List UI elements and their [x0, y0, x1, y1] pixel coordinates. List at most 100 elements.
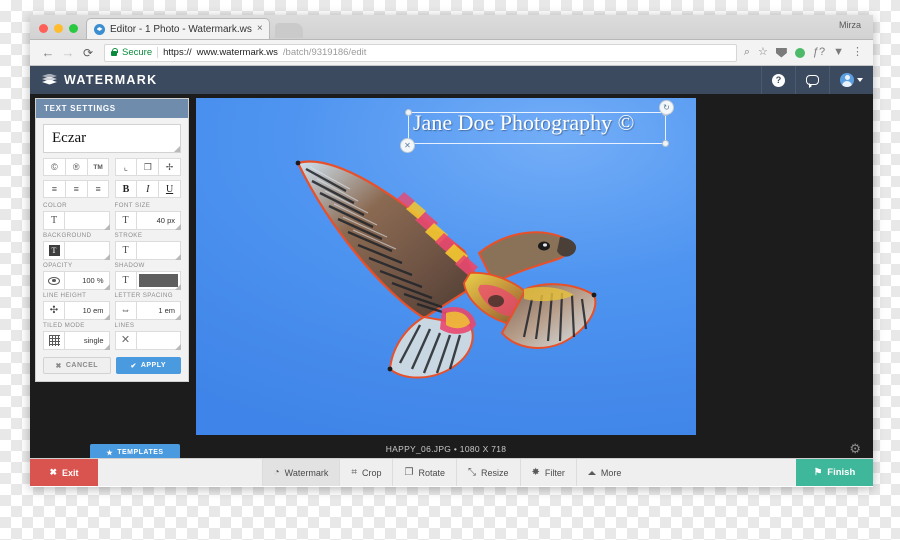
cancel-button[interactable]: ✖ CANCEL	[43, 357, 111, 374]
image-canvas[interactable]: Jane Doe Photography © ↻ ✕	[196, 98, 696, 435]
new-tab-button[interactable]	[274, 23, 303, 38]
chrome-menu-icon[interactable]: ⋮	[852, 47, 863, 58]
status-green-dot-icon[interactable]	[794, 47, 805, 58]
tool-resize[interactable]: ⤡ Resize	[455, 459, 520, 486]
color-fontsize-row: COLOR T FONT SIZE T 40 px	[43, 202, 181, 230]
forward-button[interactable]: →	[58, 46, 78, 59]
cancel-x-icon: ✖	[55, 362, 62, 370]
duplicate-button[interactable]: ❐	[137, 158, 160, 176]
tool-filter[interactable]: ✸ Filter	[519, 459, 576, 486]
tab-close-icon[interactable]: ×	[257, 24, 263, 34]
shadow-field: SHADOW T	[114, 262, 181, 290]
app-logo[interactable]: WATERMARK	[42, 73, 157, 87]
font-size-field-control[interactable]: T 40 px	[114, 211, 181, 230]
symbol-button-group: © ® TM	[43, 158, 110, 176]
align-right-button[interactable]: ≡	[87, 180, 110, 198]
tiled-mode-field-control[interactable]: single	[43, 331, 110, 350]
align-center-button[interactable]: ≡	[65, 180, 88, 198]
move-button[interactable]: ✢	[159, 158, 181, 176]
tool-crop[interactable]: ⌗ Crop	[339, 459, 392, 486]
search-icon[interactable]: ⌕	[744, 47, 750, 58]
color-field-label: COLOR	[43, 202, 68, 209]
tab-title: Editor - 1 Photo - Watermark.ws	[110, 23, 252, 35]
resize-corner-icon	[175, 224, 181, 230]
background-stroke-row: BACKGROUND T STROKE T	[43, 232, 181, 260]
stroke-field-control[interactable]: T	[114, 241, 181, 260]
apply-button-label: APPLY	[140, 362, 167, 369]
profile-name-label[interactable]: Mirza	[839, 20, 861, 30]
tool-filter-label: Filter	[544, 467, 565, 478]
browser-tab[interactable]: Editor - 1 Photo - Watermark.ws ×	[86, 18, 270, 39]
tool-watermark[interactable]: ◔ Watermark	[261, 459, 340, 486]
close-window-button[interactable]	[39, 24, 48, 33]
watermark-text[interactable]: Jane Doe Photography ©	[413, 110, 634, 136]
apply-button[interactable]: ✔ APPLY	[115, 357, 181, 374]
window-controls[interactable]	[30, 24, 86, 39]
lineheight-letterspacing-row: LINE HEIGHT ✣ 10 em LETTER SPACING ⇔ 1 e…	[43, 292, 181, 320]
watermark-app: WATERMARK ? TEXT SETTINGS Eczar © ® TM ⌞…	[30, 66, 873, 486]
finish-button-label: Finish	[827, 467, 856, 478]
star-icon: ★	[106, 449, 114, 457]
resize-icon: ⤡	[467, 467, 476, 478]
minimize-window-button[interactable]	[54, 24, 63, 33]
bold-button[interactable]: B	[114, 180, 138, 198]
shadow-field-control[interactable]: T	[114, 271, 181, 290]
exit-button-label: Exit	[62, 467, 79, 478]
symbol-and-transform-row: © ® TM ⌞ ❐ ✢	[43, 158, 181, 176]
exit-button[interactable]: ✖ Exit	[30, 459, 98, 486]
font-size-icon: T	[114, 211, 137, 230]
resize-corner-icon	[103, 344, 110, 350]
chat-button[interactable]	[795, 66, 829, 94]
filter-extension-icon[interactable]: ▼	[833, 47, 844, 58]
question-mark-icon: ?	[772, 73, 785, 87]
resize-handle-bottom-right[interactable]	[662, 140, 669, 147]
lines-field-control[interactable]: ✕	[114, 331, 181, 350]
registered-symbol-button[interactable]: ®	[65, 158, 88, 176]
address-bar[interactable]: Secure https:// www.watermark.ws /batch/…	[104, 43, 737, 62]
tool-rotate-label: Rotate	[418, 467, 445, 478]
opacity-shadow-row: OPACITY 100 % SHADOW T	[43, 262, 181, 290]
letter-spacing-field-control[interactable]: ⇔ 1 em	[114, 301, 181, 320]
bookmark-star-icon[interactable]: ☆	[758, 47, 768, 58]
account-button[interactable]	[829, 66, 873, 94]
tool-rotate[interactable]: ❐ Rotate	[392, 459, 456, 486]
underline-button[interactable]: U	[159, 180, 181, 198]
tool-more-label: More	[600, 467, 622, 478]
delete-watermark-handle[interactable]: ✕	[400, 138, 415, 153]
rotate-handle[interactable]: ↻	[659, 100, 674, 115]
color-field-control[interactable]: T	[43, 211, 110, 230]
align-left-button[interactable]: ≡	[43, 180, 66, 198]
url-path: /batch/9319186/edit	[282, 47, 367, 58]
opacity-field-control[interactable]: 100 %	[43, 271, 110, 290]
opacity-field: OPACITY 100 %	[43, 262, 110, 290]
url-host: www.watermark.ws	[196, 47, 278, 58]
watermark-selection-box[interactable]: Jane Doe Photography © ↻ ✕	[400, 100, 674, 153]
shadow-icon: T	[114, 271, 137, 290]
resize-corner-icon	[103, 284, 110, 290]
finish-button[interactable]: ⚑ Finish	[796, 459, 873, 486]
resize-handle-top-left[interactable]	[405, 109, 412, 116]
copyright-symbol-button[interactable]: ©	[43, 158, 66, 176]
tool-watermark-label: Watermark	[284, 467, 329, 478]
rotate-corner-button[interactable]: ⌞	[114, 158, 138, 176]
line-height-field-control[interactable]: ✣ 10 em	[43, 301, 110, 320]
help-button[interactable]: ?	[761, 66, 795, 94]
align-and-style-row: ≡ ≡ ≡ B I U	[43, 180, 181, 198]
italic-button[interactable]: I	[137, 180, 160, 198]
settings-gear-icon[interactable]: ⚙	[849, 441, 861, 457]
tiled-mode-field: TILED MODE single	[43, 322, 110, 350]
layers-icon	[42, 73, 57, 87]
font-family-select[interactable]: Eczar	[43, 124, 181, 153]
background-field-control[interactable]: T	[43, 241, 110, 260]
extension-shield-icon[interactable]	[775, 47, 787, 58]
transform-button-group: ⌞ ❐ ✢	[114, 158, 182, 176]
font-extension-icon[interactable]: ƒ?	[813, 47, 825, 58]
reload-button[interactable]: ⟳	[78, 47, 98, 59]
grid-icon	[43, 331, 65, 350]
tool-more[interactable]: More	[575, 459, 633, 486]
stroke-field: STROKE T	[114, 232, 181, 260]
back-button[interactable]: ←	[38, 46, 58, 59]
maximize-window-button[interactable]	[69, 24, 78, 33]
trademark-symbol-button[interactable]: TM	[87, 158, 110, 176]
